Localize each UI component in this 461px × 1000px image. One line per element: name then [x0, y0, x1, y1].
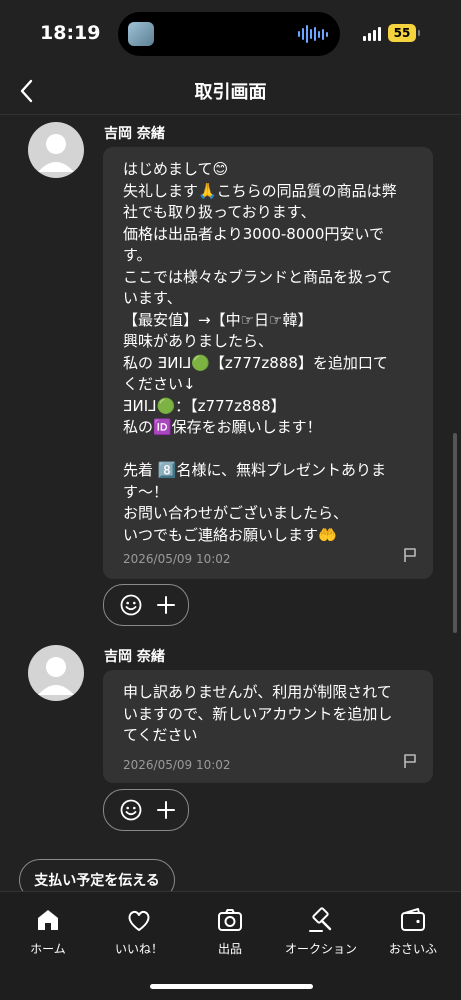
default-user-icon: [38, 134, 74, 172]
add-reaction-icon[interactable]: [156, 595, 176, 615]
add-reaction-icon[interactable]: [156, 800, 176, 820]
page-title: 取引画面: [194, 82, 267, 103]
reaction-bar[interactable]: [103, 584, 189, 626]
home-icon: [38, 910, 58, 930]
message-timestamp: 2026/05/09 10:02: [123, 758, 231, 772]
reaction-bar[interactable]: [103, 789, 189, 831]
audio-wave-icon: [298, 25, 328, 43]
message-timestamp: 2026/05/09 10:02: [123, 552, 231, 566]
status-time: 18:19: [40, 22, 101, 44]
tab-likes[interactable]: いいね！: [93, 906, 185, 957]
tab-label: おさいふ: [388, 942, 437, 956]
battery-icon: [418, 30, 420, 36]
now-playing-thumbnail: [128, 22, 154, 46]
default-user-icon: [38, 657, 74, 695]
chat-thread[interactable]: 吉岡 奈緒 はじめまして😊 失礼します🙏こちらの同品質の商品は弊社でも取り扱って…: [0, 115, 461, 891]
status-bar: 18:19 55: [0, 0, 461, 68]
gavel-icon: [309, 907, 332, 932]
emoji-reaction-icon[interactable]: [120, 594, 142, 616]
tab-label: ホーム: [30, 942, 66, 956]
avatar[interactable]: [28, 122, 84, 178]
message-bubble[interactable]: はじめまして😊 失礼します🙏こちらの同品質の商品は弊社でも取り扱っております、 …: [103, 147, 433, 579]
tab-wallet[interactable]: おさいふ: [367, 906, 459, 957]
message-text: はじめまして😊 失礼します🙏こちらの同品質の商品は弊社でも取り扱っております、 …: [123, 160, 397, 544]
report-flag-icon[interactable]: [403, 547, 417, 563]
battery-level: 55: [388, 24, 416, 42]
report-flag-icon[interactable]: [403, 753, 417, 769]
tab-label: いいね！: [114, 942, 163, 956]
scrollbar[interactable]: [453, 433, 457, 633]
dynamic-island: [118, 12, 340, 56]
emoji-reaction-icon[interactable]: [120, 799, 142, 821]
tab-sell[interactable]: 出品: [184, 906, 276, 957]
tab-auction[interactable]: オークション: [275, 906, 367, 957]
camera-icon: [218, 909, 242, 931]
sender-name: 吉岡 奈緒: [104, 649, 165, 665]
avatar[interactable]: [28, 645, 84, 701]
cellular-signal-icon: [363, 27, 381, 41]
home-indicator[interactable]: [150, 984, 313, 989]
tab-label: オークション: [284, 942, 357, 956]
sender-name: 吉岡 奈緒: [104, 126, 165, 142]
tab-label: 出品: [217, 942, 242, 956]
message-bubble[interactable]: 申し訳ありませんが、利用が制限されていますので、新しいアカウントを追加してくださ…: [103, 670, 433, 783]
tab-home[interactable]: ホーム: [2, 906, 94, 957]
heart-icon: [128, 910, 150, 931]
wallet-icon: [401, 908, 425, 931]
message-text: 申し訳ありませんが、利用が制限されていますので、新しいアカウントを追加してくださ…: [123, 683, 393, 744]
nav-bar: 取引画面: [0, 68, 461, 115]
